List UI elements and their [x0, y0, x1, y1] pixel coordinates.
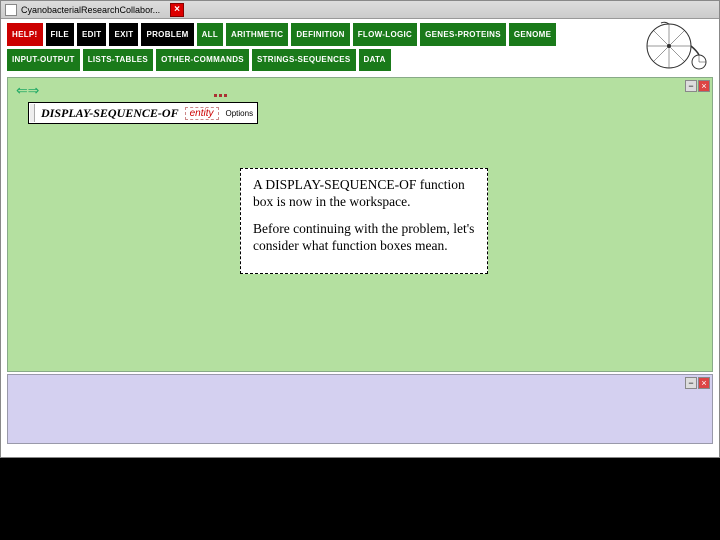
options-label[interactable]: Options — [223, 109, 257, 118]
toolbar-btn-help-[interactable]: HELP! — [7, 23, 43, 46]
toolbar-btn-file[interactable]: FILE — [46, 23, 75, 46]
minimize-icon[interactable]: − — [685, 80, 697, 92]
window-title: CyanobacterialResearchCollabor... — [21, 5, 160, 15]
toolbar-btn-genome[interactable]: GENOME — [509, 23, 556, 46]
function-box[interactable]: DISPLAY-SEQUENCE-OF entity Options — [28, 102, 258, 124]
toolbar-btn-edit[interactable]: EDIT — [77, 23, 106, 46]
close-bottom-icon[interactable]: × — [698, 377, 710, 389]
toolbar-btn-input-output[interactable]: INPUT-OUTPUT — [7, 49, 80, 72]
toolbar-btn-strings-sequences[interactable]: STRINGS-SEQUENCES — [252, 49, 356, 72]
toolbar-btn-flow-logic[interactable]: FLOW-LOGIC — [353, 23, 417, 46]
toolbar-btn-data[interactable]: DATA — [359, 49, 391, 72]
toolbar: HELP!FILEEDITEXITPROBLEMALLARITHMETICDEF… — [1, 19, 719, 75]
bottom-panel: − × — [7, 374, 713, 444]
info-p1: A DISPLAY-SEQUENCE-OF function box is no… — [253, 177, 475, 211]
close-icon[interactable]: × — [170, 3, 184, 17]
function-name: DISPLAY-SEQUENCE-OF — [39, 106, 181, 121]
penny-farthing-icon — [641, 21, 711, 71]
close-panel-icon[interactable]: × — [698, 80, 710, 92]
info-p2: Before continuing with the problem, let'… — [253, 221, 475, 255]
bottom-panel-controls: − × — [685, 377, 710, 389]
minimize-bottom-icon[interactable]: − — [685, 377, 697, 389]
toolbar-btn-exit[interactable]: EXIT — [109, 23, 138, 46]
box-handle-dots — [214, 94, 244, 100]
toolbar-btn-genes-proteins[interactable]: GENES-PROTEINS — [420, 23, 506, 46]
info-card: A DISPLAY-SEQUENCE-OF function box is no… — [240, 168, 488, 274]
toolbar-btn-problem[interactable]: PROBLEM — [141, 23, 193, 46]
drag-handle-icon[interactable] — [30, 104, 35, 122]
app-window: CyanobacterialResearchCollabor... × HELP… — [0, 0, 720, 458]
window-icon — [5, 4, 17, 16]
panel-controls: − × — [685, 80, 710, 92]
toolbar-btn-lists-tables[interactable]: LISTS-TABLES — [83, 49, 153, 72]
entity-slot[interactable]: entity — [185, 107, 219, 120]
workspace-panel: ⇐ ⇒ − × DISPLAY-SEQUENCE-OF entity Optio… — [7, 77, 713, 372]
toolbar-btn-definition[interactable]: DEFINITION — [291, 23, 349, 46]
nav-arrows[interactable]: ⇐ ⇒ — [16, 82, 37, 99]
toolbar-buttons: HELP!FILEEDITEXITPROBLEMALLARITHMETICDEF… — [7, 23, 567, 71]
toolbar-btn-all[interactable]: ALL — [197, 23, 223, 46]
titlebar: CyanobacterialResearchCollabor... × — [1, 1, 719, 19]
toolbar-btn-other-commands[interactable]: OTHER-COMMANDS — [156, 49, 249, 72]
toolbar-btn-arithmetic[interactable]: ARITHMETIC — [226, 23, 288, 46]
